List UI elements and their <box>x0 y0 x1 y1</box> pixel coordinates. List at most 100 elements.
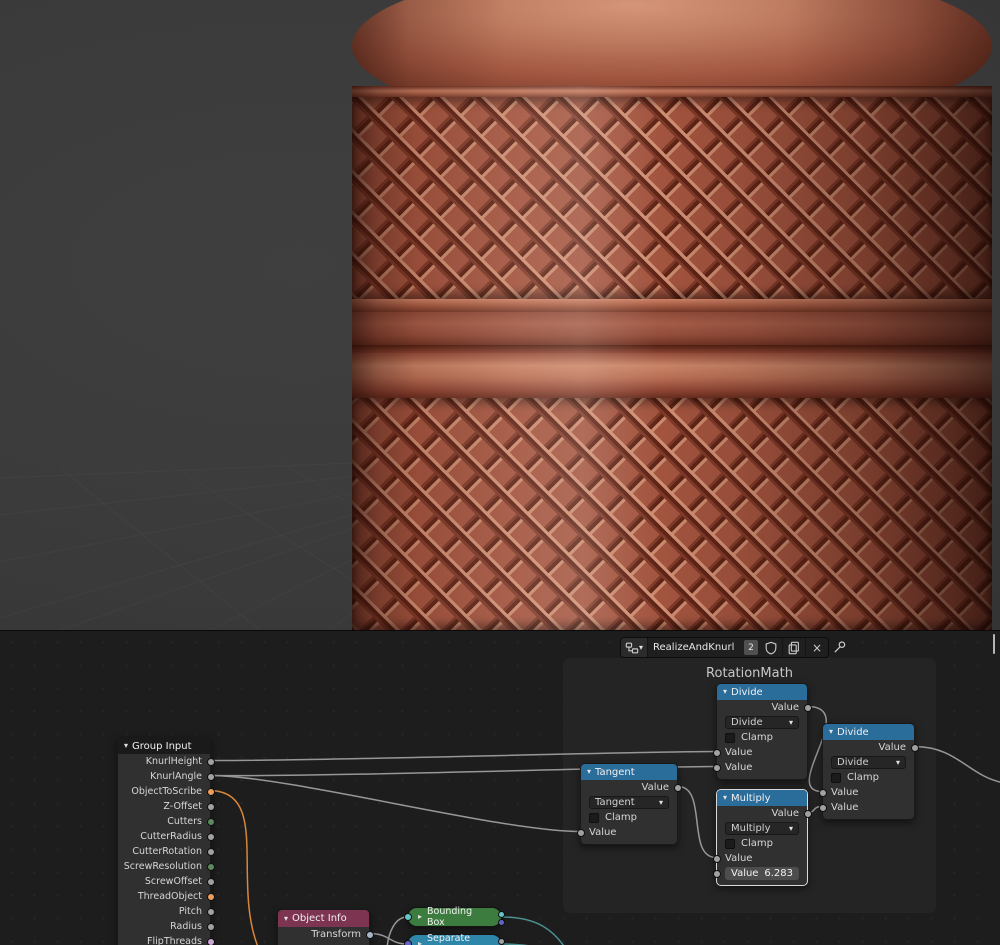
operation-label: Divide <box>837 757 869 768</box>
output-socket[interactable] <box>206 877 215 886</box>
node-object-info[interactable]: ▾ Object Info Transform <box>277 909 374 945</box>
output-socket[interactable] <box>498 938 505 945</box>
output-socket[interactable] <box>498 919 505 926</box>
input-socket[interactable] <box>712 854 721 863</box>
collapse-chevron-icon[interactable]: ▾ <box>723 688 727 696</box>
output-socket[interactable] <box>206 892 215 901</box>
expand-chevron-icon[interactable]: ▸ <box>418 913 422 921</box>
node-group-input[interactable]: ▾ Group Input KnurlHeight KnurlAngle Obj… <box>117 737 215 945</box>
output-socket[interactable] <box>206 907 215 916</box>
collapse-chevron-icon[interactable]: ▾ <box>723 794 727 802</box>
fake-user-button[interactable] <box>760 638 784 657</box>
socket-label: Value <box>771 808 799 819</box>
output-row: CutterRotation <box>118 844 215 859</box>
output-row: Pitch <box>118 904 215 919</box>
output-socket[interactable] <box>206 757 215 766</box>
collapse-chevron-icon[interactable]: ▾ <box>829 728 833 736</box>
collapse-chevron-icon[interactable]: ▾ <box>124 742 128 750</box>
socket-label: Value <box>831 787 859 798</box>
input-socket[interactable] <box>818 788 827 797</box>
browse-node-group-button[interactable]: ▾ <box>621 638 649 657</box>
node-group-name-input[interactable] <box>648 638 743 657</box>
frame-label: RotationMath <box>706 666 793 681</box>
input-socket[interactable] <box>712 763 721 772</box>
operation-select[interactable]: Tangent ▾ <box>589 796 669 809</box>
clamp-checkbox[interactable] <box>831 772 841 783</box>
operation-select[interactable]: Multiply ▾ <box>725 822 799 835</box>
output-row: KnurlAngle <box>118 769 215 784</box>
clamp-checkbox[interactable] <box>589 812 599 823</box>
pin-button[interactable] <box>831 639 847 655</box>
viewport-3d[interactable] <box>0 0 1000 630</box>
node-bounding-box[interactable]: ▸ Bounding Box <box>403 906 505 928</box>
input-socket[interactable] <box>403 940 412 945</box>
output-socket[interactable] <box>803 809 812 818</box>
output-row: ObjectToScribe <box>118 784 215 799</box>
node-header[interactable]: ▾ Group Input <box>118 738 210 754</box>
node-separate-xyz[interactable]: ▸ Separate XYZ <box>403 933 505 945</box>
clamp-checkbox[interactable] <box>725 838 735 849</box>
node-math-divide-1[interactable]: ▾ Divide Value Divide ▾ Clamp Value Value <box>712 683 812 780</box>
node-header[interactable]: ▾ Object Info <box>278 910 369 927</box>
output-socket[interactable] <box>365 930 374 939</box>
node-math-tangent[interactable]: ▾ Tangent Value Tangent ▾ Clamp Value <box>576 763 682 845</box>
input-row: Value <box>576 825 677 840</box>
node-math-multiply[interactable]: ▾ Multiply Value Multiply ▾ Clamp Value V… <box>712 789 812 886</box>
node-title: Multiply <box>731 792 771 804</box>
unlink-node-group-button[interactable]: × <box>806 638 828 657</box>
output-socket[interactable] <box>206 802 215 811</box>
value-field[interactable]: Value 6.283 <box>725 867 799 880</box>
output-row: ThreadObject <box>118 889 215 904</box>
output-socket[interactable] <box>206 787 215 796</box>
output-socket[interactable] <box>206 847 215 856</box>
node-body: Value Divide ▾ Clamp Value Value <box>712 700 812 779</box>
socket-label: Value <box>771 702 799 713</box>
socket-label: Value <box>725 747 753 758</box>
output-socket[interactable] <box>673 783 682 792</box>
geometry-node-editor[interactable]: RotationMath ▾ Group Input KnurlHeight K… <box>0 630 1000 945</box>
operation-row: Tangent ▾ <box>581 795 677 810</box>
input-socket[interactable] <box>712 869 721 878</box>
users-count-badge[interactable]: 2 <box>744 640 759 655</box>
pin-icon <box>833 640 845 653</box>
node-link-wire-geometry <box>501 916 565 945</box>
collapse-chevron-icon[interactable]: ▾ <box>587 768 591 776</box>
input-socket[interactable] <box>576 828 585 837</box>
clamp-checkbox[interactable] <box>725 732 735 743</box>
node-tree-icon <box>625 642 639 653</box>
output-socket[interactable] <box>206 772 215 781</box>
node-header[interactable]: ▾ Divide <box>717 684 807 700</box>
close-icon: × <box>812 640 823 655</box>
operation-label: Tangent <box>595 797 635 808</box>
output-socket[interactable] <box>206 937 215 945</box>
lower-knob-shoulder <box>352 353 992 398</box>
output-row: Radius <box>118 919 215 934</box>
knurled-cylinder-object[interactable] <box>0 0 1000 630</box>
output-socket[interactable] <box>206 862 215 871</box>
output-socket[interactable] <box>498 911 505 918</box>
operation-select[interactable]: Divide ▾ <box>831 756 906 769</box>
operation-label: Multiply <box>731 823 771 834</box>
output-row: ScrewResolution <box>118 859 215 874</box>
output-socket[interactable] <box>803 703 812 712</box>
scrollbar[interactable] <box>993 634 995 654</box>
output-socket[interactable] <box>206 832 215 841</box>
input-socket[interactable] <box>818 803 827 812</box>
node-title: Bounding Box <box>427 906 473 928</box>
operation-row: Divide ▾ <box>823 755 914 770</box>
input-socket[interactable] <box>712 748 721 757</box>
output-socket[interactable] <box>910 743 919 752</box>
output-socket[interactable] <box>206 922 215 931</box>
node-header[interactable]: ▾ Tangent <box>581 764 677 780</box>
collapse-chevron-icon[interactable]: ▾ <box>284 914 288 923</box>
socket-label: ObjectToScribe <box>131 786 202 797</box>
output-socket[interactable] <box>206 817 215 826</box>
duplicate-node-group-button[interactable] <box>783 638 807 657</box>
node-header[interactable]: ▾ Divide <box>823 724 914 740</box>
node-header[interactable]: ▾ Multiply <box>717 790 807 806</box>
input-socket[interactable] <box>403 913 412 921</box>
operation-select[interactable]: Divide ▾ <box>725 716 799 729</box>
node-math-divide-2[interactable]: ▾ Divide Value Divide ▾ Clamp Value Value <box>818 723 919 820</box>
expand-chevron-icon[interactable]: ▸ <box>418 940 422 945</box>
chevron-down-icon: ▾ <box>658 797 663 807</box>
